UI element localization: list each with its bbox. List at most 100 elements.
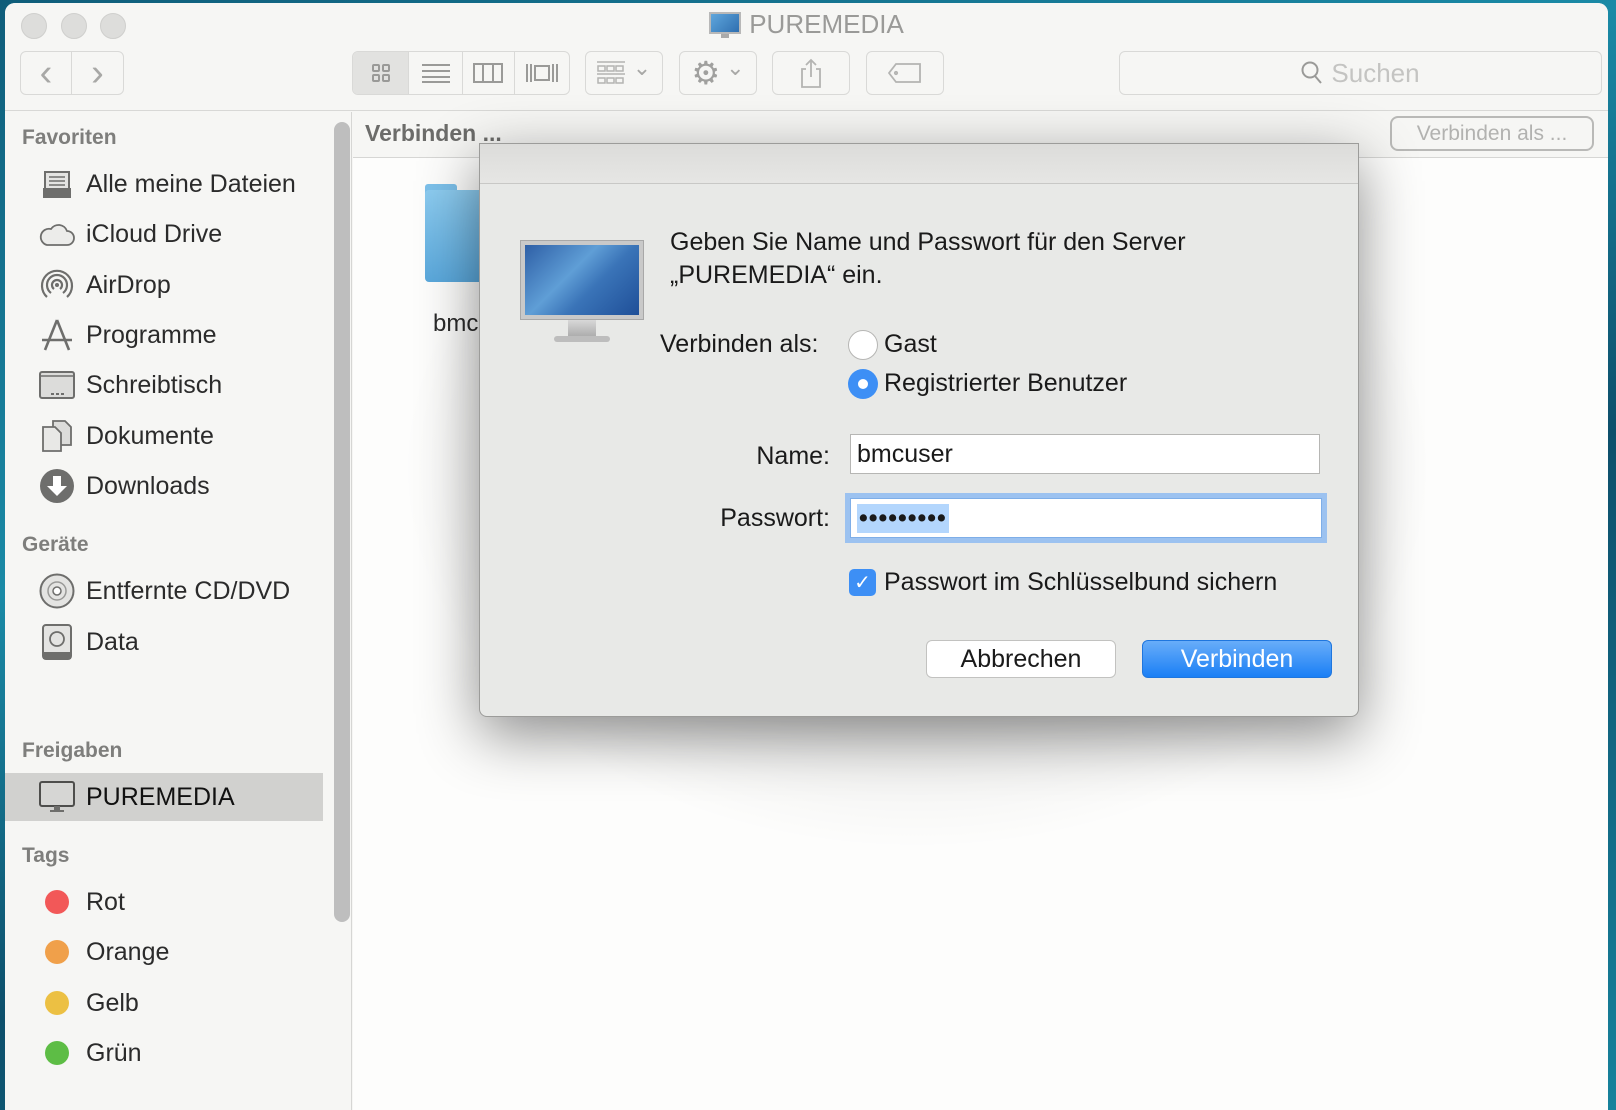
sidebar-tag-green[interactable]: Grün [5,1029,323,1077]
keychain-checkbox[interactable]: ✓ [849,569,876,596]
name-label: Name: [756,442,830,470]
connect-as-label: Verbinden als: [660,330,819,358]
tag-color-dot [39,884,75,920]
share-icon [801,58,821,88]
finder-window: PUREMEDIA ‹ › ⌄ ⚙ ⌄ Suchen Favoriten All… [5,3,1608,1110]
sidebar-item-icloud-drive[interactable]: iCloud Drive [5,210,323,258]
sidebar-item-puremedia[interactable]: PUREMEDIA [5,773,323,821]
cancel-button[interactable]: Abbrechen [926,640,1116,678]
sidebar-section-tags: Tags [22,844,70,867]
list-icon [421,64,450,83]
desktop-icon [39,367,75,403]
sidebar-item-documents[interactable]: Dokumente [5,412,323,460]
search-icon [1301,61,1323,84]
sidebar: Favoriten Alle meine Dateien iCloud Driv… [5,112,352,1110]
registered-user-radio-label[interactable]: Registrierter Benutzer [884,369,1127,398]
tag-button[interactable] [866,51,944,95]
monitor-icon [39,779,75,815]
grid-icon [371,64,390,82]
toolbar: PUREMEDIA ‹ › ⌄ ⚙ ⌄ Suchen [5,3,1608,111]
sidebar-item-label: PUREMEDIA [86,782,235,811]
search-field[interactable]: Suchen [1119,51,1602,95]
sidebar-tag-yellow[interactable]: Gelb [5,979,323,1027]
sidebar-item-label: iCloud Drive [86,219,223,248]
monitor-icon [709,11,742,38]
documents-icon [39,418,75,454]
tag-color-dot [39,1035,75,1071]
password-input-value: ••••••••• [857,503,949,533]
sidebar-item-label: Data [86,627,139,656]
chevron-right-icon: › [91,51,104,94]
sidebar-item-label: Dokumente [86,421,214,450]
connect-as-button[interactable]: Verbinden als ... [1390,116,1594,151]
sidebar-item-label: Gelb [86,988,139,1017]
sidebar-item-label: Orange [86,937,170,966]
back-button[interactable]: ‹ [21,51,73,94]
sidebar-tag-orange[interactable]: Orange [5,928,323,976]
all-files-icon [39,166,75,202]
sidebar-item-remote-disc[interactable]: Entfernte CD/DVD [5,567,323,615]
sidebar-item-label: Programme [86,320,217,349]
airdrop-icon [39,267,75,303]
chevron-left-icon: ‹ [39,51,53,94]
sidebar-item-data-drive[interactable]: Data [5,618,323,666]
tag-icon [888,63,921,83]
applications-icon [39,317,75,353]
sidebar-item-label: AirDrop [86,270,171,299]
downloads-icon [39,468,75,504]
keychain-checkbox-label[interactable]: Passwort im Schlüsselbund sichern [884,568,1277,597]
column-view-button[interactable] [463,52,515,94]
password-input[interactable]: ••••••••• [850,498,1322,538]
sidebar-item-label: Alle meine Dateien [86,169,296,198]
sidebar-section-shared: Freigaben [22,739,123,762]
connect-button[interactable]: Verbinden [1142,640,1332,678]
columns-icon [473,63,504,83]
sidebar-item-airdrop[interactable]: AirDrop [5,261,323,309]
chevron-down-icon: ⌄ [632,55,652,80]
sidebar-item-applications[interactable]: Programme [5,311,323,359]
icon-view-button[interactable] [353,52,410,94]
window-title: PUREMEDIA [5,9,1608,40]
gear-icon: ⚙ [691,55,721,91]
sidebar-item-all-files[interactable]: Alle meine Dateien [5,160,323,208]
hard-drive-icon [39,624,75,660]
name-input[interactable]: bmcuser [850,434,1320,474]
sidebar-item-desktop[interactable]: Schreibtisch [5,361,323,409]
dialog-message: Geben Sie Name und Passwort für den Serv… [670,228,1186,289]
forward-button[interactable]: › [72,52,123,94]
sidebar-tag-red[interactable]: Rot [5,878,323,926]
coverflow-icon [525,64,558,82]
sheet-header [480,144,1358,184]
sidebar-scrollbar[interactable] [334,122,350,922]
sidebar-section-devices: Geräte [22,533,89,556]
guest-radio-label[interactable]: Gast [884,330,937,359]
sidebar-section-favorites: Favoriten [22,126,117,149]
checkmark-icon: ✓ [854,572,871,594]
navigation-buttons: ‹ › [20,51,124,95]
name-input-value: bmcuser [857,439,953,468]
search-placeholder: Suchen [1331,57,1420,88]
sidebar-item-label: Schreibtisch [86,370,223,399]
share-button[interactable] [772,51,850,95]
window-title-text: PUREMEDIA [749,9,904,39]
list-view-button[interactable] [409,52,463,94]
sidebar-item-label: Grün [86,1038,142,1067]
sidebar-item-label: Rot [86,887,125,916]
action-menu-button[interactable]: ⚙ ⌄ [679,51,757,95]
registered-user-radio[interactable] [848,369,878,399]
disc-icon [39,573,75,609]
coverflow-view-button[interactable] [515,52,569,94]
guest-radio[interactable] [848,330,878,360]
tag-color-dot [39,985,75,1021]
chevron-down-icon: ⌄ [726,55,745,80]
arrange-icon [596,61,625,84]
sidebar-item-downloads[interactable]: Downloads [5,462,323,510]
sidebar-item-label: Entfernte CD/DVD [86,576,291,605]
sidebar-item-label: Downloads [86,471,210,500]
server-monitor-icon [520,240,644,346]
password-label: Passwort: [720,504,830,532]
login-dialog: Geben Sie Name und Passwort für den Serv… [479,143,1359,717]
arrange-button[interactable]: ⌄ [585,51,663,95]
cloud-icon [39,216,75,252]
view-mode-segmented [352,51,570,95]
